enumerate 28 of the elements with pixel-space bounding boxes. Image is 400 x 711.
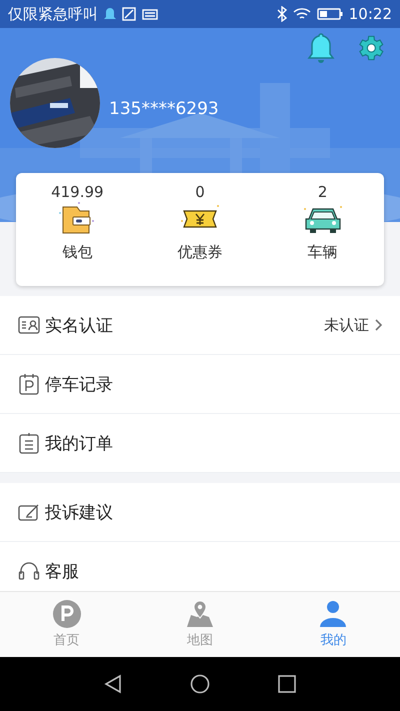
parking-icon [52,600,81,628]
status-value: 未认证 [324,316,369,334]
wifi-icon [292,7,311,21]
edit-icon [18,502,40,522]
status-time: 10:22 [348,5,392,23]
recents-icon[interactable] [278,675,296,693]
back-icon[interactable] [104,674,122,694]
headset-icon [18,560,40,582]
person-icon [319,600,348,628]
menu-item[interactable]: 投诉建议 [0,483,400,542]
home-icon[interactable] [190,674,210,694]
notification-icon [104,7,116,21]
image-icon [122,7,136,21]
menu-item[interactable]: 我的订单 [0,414,400,473]
stat-label[interactable]: 钱包 [62,243,92,262]
keyboard-icon [142,8,158,20]
bluetooth-icon [276,6,287,22]
id-card-icon [18,315,40,335]
map-icon [184,600,215,628]
stat-label[interactable]: 优惠券 [178,243,222,262]
parking-icon [18,373,40,395]
order-icon [18,432,40,454]
chevron-icon [374,318,384,332]
stat-label[interactable]: 车辆 [308,243,338,262]
status-text: 仅限紧急呼叫 [8,4,98,24]
menu-item[interactable]: 停车记录 [0,355,400,414]
menu-item[interactable]: 实名认证 未认证 [0,296,400,355]
battery-icon [316,8,343,20]
